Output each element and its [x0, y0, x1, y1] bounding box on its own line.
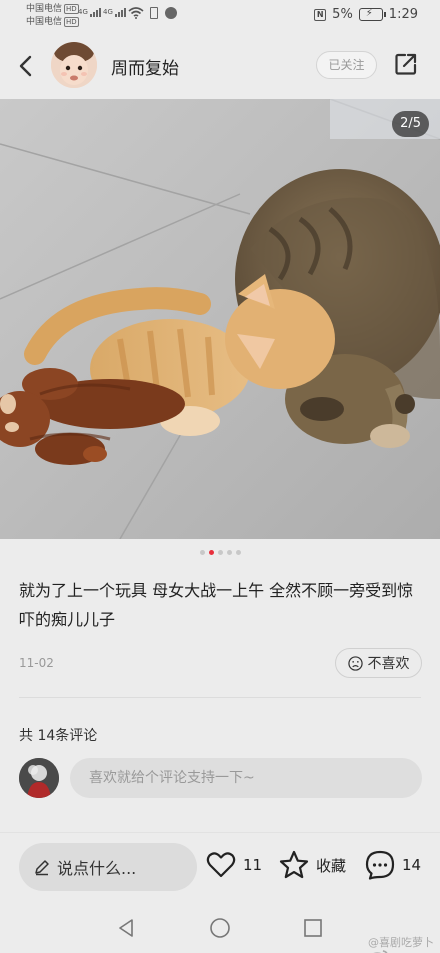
say-something-placeholder: 说点什么...	[57, 859, 137, 878]
back-triangle-icon[interactable]	[115, 917, 137, 939]
post-image[interactable]: 2/5	[0, 99, 440, 539]
wifi-icon	[128, 7, 144, 19]
image-page-counter: 2/5	[392, 111, 429, 137]
system-navigation-bar: @喜剧吃萝卜	[0, 904, 440, 953]
author-avatar[interactable]	[51, 42, 97, 88]
comment-count-label: 共 14条评论	[19, 728, 98, 744]
comment-count: 14	[402, 856, 422, 874]
heart-icon	[206, 852, 236, 878]
carrier-1: 中国电信	[26, 4, 63, 14]
pagination-dot	[199, 550, 205, 555]
image-pagination-dots	[0, 550, 440, 555]
like-button[interactable]: 11	[205, 849, 262, 881]
pagination-dot	[208, 550, 214, 555]
divider	[19, 697, 421, 698]
user-avatar	[19, 758, 59, 798]
hd-badge: HD	[64, 16, 79, 27]
battery-percent: 5%	[332, 7, 353, 22]
sim-icon	[150, 7, 158, 19]
comment-button[interactable]: 14	[364, 849, 421, 881]
weibo-logo-icon	[373, 950, 388, 953]
watermark: @喜剧吃萝卜	[368, 934, 434, 953]
post-date: 11-02	[19, 656, 54, 670]
status-bar: 中国电信 HD 中国电信 HD 4G 4G N 5% ⚡ 1:29	[0, 0, 440, 34]
say-something-input[interactable]: 说点什么...	[19, 843, 197, 891]
recents-square-icon[interactable]	[302, 917, 324, 939]
status-right: N 5% ⚡ 1:29	[314, 7, 418, 22]
dislike-button[interactable]: 不喜欢	[335, 648, 422, 678]
post-header: 周而复始 已关注	[0, 34, 440, 98]
home-circle-icon[interactable]	[209, 917, 231, 939]
signal-icon: 4G	[103, 8, 126, 17]
signal-2-label: 4G	[103, 8, 113, 16]
bottom-action-bar: 说点什么... 11 收藏 14	[0, 832, 440, 904]
carrier-2: 中国电信	[26, 17, 63, 27]
like-count: 11	[243, 856, 263, 874]
post-caption: 就为了上一个玩具 母女大战一上午 全然不顾一旁受到惊吓的痴儿儿子	[19, 581, 414, 629]
battery-icon: ⚡	[358, 8, 386, 21]
dislike-label: 不喜欢	[367, 656, 410, 672]
signal-icon: 4G	[78, 8, 101, 17]
pencil-icon	[35, 860, 49, 876]
pagination-dot	[217, 550, 223, 555]
nfc-icon: N	[314, 8, 327, 21]
star-icon	[279, 850, 309, 879]
share-icon[interactable]	[394, 52, 418, 76]
carrier-info: 中国电信 HD 中国电信 HD	[26, 3, 79, 29]
cats-photo	[0, 99, 440, 539]
pagination-dot	[226, 550, 232, 555]
sad-face-icon	[347, 655, 363, 671]
comment-bubble-icon	[365, 850, 395, 880]
dnd-icon	[165, 7, 177, 19]
author-name[interactable]: 周而复始	[111, 54, 179, 79]
clock: 1:29	[388, 7, 418, 22]
signal-1-label: 4G	[78, 8, 88, 16]
hd-badge: HD	[64, 3, 79, 14]
back-arrow-icon[interactable]	[16, 54, 36, 78]
follow-button[interactable]: 已关注	[316, 51, 377, 79]
collect-label: 收藏	[316, 856, 347, 875]
pagination-dot	[235, 550, 241, 555]
comment-input[interactable]: 喜欢就给个评论支持一下~	[70, 758, 422, 798]
collect-button[interactable]: 收藏	[278, 849, 346, 881]
